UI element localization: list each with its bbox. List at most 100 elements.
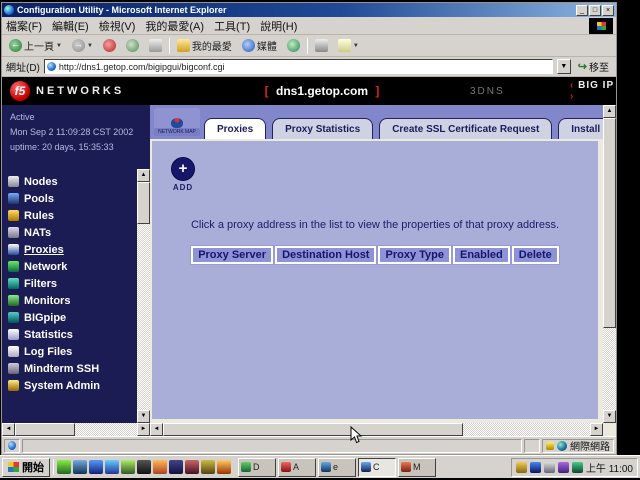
quick-launch-icon[interactable] bbox=[201, 460, 215, 474]
title-bar[interactable]: Configuration Utility - Microsoft Intern… bbox=[2, 3, 616, 17]
refresh-icon bbox=[126, 39, 139, 52]
main-horizontal-scrollbar[interactable]: ◄ ► bbox=[150, 423, 603, 436]
quick-launch-icon[interactable] bbox=[105, 460, 119, 474]
sidebar-item-statistics[interactable]: Statistics bbox=[8, 326, 134, 343]
taskbar-clock[interactable]: 上午 11:00 bbox=[586, 460, 633, 475]
sidebar-item-bigpipe[interactable]: BIGpipe bbox=[8, 309, 134, 326]
task-button-active[interactable]: C bbox=[358, 458, 396, 477]
address-dropdown-icon[interactable]: ▼ bbox=[557, 59, 571, 74]
menu-tools[interactable]: 工具(T) bbox=[214, 18, 250, 34]
media-button[interactable]: 媒體 bbox=[239, 37, 280, 54]
column-header-enabled[interactable]: Enabled bbox=[453, 246, 510, 264]
scroll-thumb[interactable] bbox=[15, 423, 75, 436]
input-method-icon[interactable] bbox=[530, 462, 541, 473]
menu-favorites[interactable]: 我的最愛(A) bbox=[145, 18, 204, 34]
sidebar-item-rules[interactable]: Rules bbox=[8, 207, 134, 224]
menu-edit[interactable]: 編輯(E) bbox=[52, 18, 89, 34]
column-header-destination-host[interactable]: Destination Host bbox=[275, 246, 376, 264]
go-button[interactable]: ↪ 移至 bbox=[575, 59, 612, 74]
column-header-proxy-server[interactable]: Proxy Server bbox=[191, 246, 273, 264]
quick-launch-icon[interactable] bbox=[169, 460, 183, 474]
quick-launch-icon[interactable] bbox=[217, 460, 231, 474]
hostname-display: [ dns1.getop.com ] bbox=[232, 84, 412, 98]
app-tray-icon[interactable] bbox=[558, 462, 569, 473]
scroll-down-icon[interactable]: ▼ bbox=[137, 410, 150, 423]
scroll-right-icon[interactable]: ► bbox=[590, 423, 603, 436]
print-button[interactable] bbox=[312, 38, 331, 53]
scroll-up-icon[interactable]: ▲ bbox=[137, 169, 150, 182]
quick-launch-icon[interactable] bbox=[57, 460, 71, 474]
sidebar-item-system-admin[interactable]: System Admin bbox=[8, 377, 134, 394]
sidebar-item-monitors[interactable]: Monitors bbox=[8, 292, 134, 309]
edit-button[interactable]: ▼ bbox=[335, 38, 362, 53]
sidebar-item-pools[interactable]: Pools bbox=[8, 190, 134, 207]
refresh-button[interactable] bbox=[123, 38, 142, 53]
start-button[interactable]: 開始 bbox=[2, 458, 50, 477]
scroll-track[interactable] bbox=[603, 118, 616, 410]
sidebar-item-filters[interactable]: Filters bbox=[8, 275, 134, 292]
menu-help[interactable]: 說明(H) bbox=[260, 18, 297, 34]
quick-launch-icon[interactable] bbox=[89, 460, 103, 474]
sidebar-vertical-scrollbar[interactable]: ▲ ▼ bbox=[137, 169, 150, 423]
quick-launch-icon[interactable] bbox=[137, 460, 151, 474]
sidebar-item-nats[interactable]: NATs bbox=[8, 224, 134, 241]
tab-create-ssl-certificate-request[interactable]: Create SSL Certificate Request bbox=[379, 118, 552, 139]
display-icon[interactable] bbox=[544, 462, 555, 473]
stop-button[interactable] bbox=[100, 38, 119, 53]
sidebar-horizontal-scrollbar[interactable]: ◄ ► bbox=[2, 423, 150, 436]
column-header-proxy-type[interactable]: Proxy Type bbox=[378, 246, 451, 264]
tab-proxies[interactable]: Proxies bbox=[204, 118, 266, 139]
menu-view[interactable]: 檢視(V) bbox=[99, 18, 136, 34]
tab-proxy-statistics[interactable]: Proxy Statistics bbox=[272, 118, 373, 139]
back-dropdown-icon[interactable]: ▼ bbox=[56, 43, 62, 49]
close-button[interactable]: × bbox=[602, 5, 614, 16]
task-button[interactable]: M bbox=[398, 458, 436, 477]
scroll-left-icon[interactable]: ◄ bbox=[150, 423, 163, 436]
menu-file[interactable]: 檔案(F) bbox=[6, 18, 42, 34]
scroll-track[interactable] bbox=[137, 182, 150, 410]
volume-icon[interactable] bbox=[516, 462, 527, 473]
forward-button[interactable]: ▼ bbox=[69, 38, 96, 53]
maximize-button[interactable]: □ bbox=[589, 5, 601, 16]
column-header-delete[interactable]: Delete bbox=[512, 246, 559, 264]
quick-launch-icon[interactable] bbox=[153, 460, 167, 474]
add-icon[interactable]: + bbox=[171, 157, 195, 181]
scroll-thumb[interactable] bbox=[137, 182, 150, 224]
document-icon bbox=[8, 441, 16, 450]
scroll-up-icon[interactable]: ▲ bbox=[603, 105, 616, 118]
network-tray-icon[interactable] bbox=[572, 462, 583, 473]
add-proxy-button[interactable]: + ADD bbox=[168, 157, 198, 192]
quick-launch-icon[interactable] bbox=[121, 460, 135, 474]
scroll-thumb[interactable] bbox=[603, 118, 616, 328]
sidebar-item-nodes[interactable]: Nodes bbox=[8, 173, 134, 190]
quick-launch-icon[interactable] bbox=[185, 460, 199, 474]
back-button[interactable]: 上一頁 ▼ bbox=[6, 37, 65, 54]
scroll-track[interactable] bbox=[163, 423, 590, 436]
quick-launch-icon[interactable] bbox=[73, 460, 87, 474]
proxy-table-header-row: Proxy ServerDestination HostProxy TypeEn… bbox=[152, 245, 598, 264]
minimize-button[interactable]: _ bbox=[576, 5, 588, 16]
task-button[interactable]: e bbox=[318, 458, 356, 477]
forward-dropdown-icon[interactable]: ▼ bbox=[87, 43, 93, 49]
favorites-button[interactable]: 我的最愛 bbox=[174, 37, 235, 54]
task-button[interactable]: D bbox=[238, 458, 276, 477]
scroll-right-icon[interactable]: ► bbox=[137, 423, 150, 436]
home-button[interactable] bbox=[146, 38, 165, 53]
sidebar-item-network[interactable]: Network bbox=[8, 258, 134, 275]
sidebar-item-mindterm-ssh[interactable]: Mindterm SSH bbox=[8, 360, 134, 377]
bigip-text: BIG IP bbox=[578, 80, 614, 91]
edit-dropdown-icon[interactable]: ▼ bbox=[353, 43, 359, 49]
scroll-track[interactable] bbox=[15, 423, 137, 436]
address-input[interactable] bbox=[59, 62, 550, 72]
network-map-button[interactable]: NETWORK MAP bbox=[154, 108, 200, 136]
task-button[interactable]: A bbox=[278, 458, 316, 477]
main-vertical-scrollbar[interactable]: ▲ ▼ bbox=[603, 105, 616, 423]
scroll-left-icon[interactable]: ◄ bbox=[2, 423, 15, 436]
scroll-down-icon[interactable]: ▼ bbox=[603, 410, 616, 423]
sidebar-item-proxies[interactable]: Proxies bbox=[8, 241, 134, 258]
scroll-thumb[interactable] bbox=[163, 423, 463, 436]
history-button[interactable] bbox=[284, 38, 303, 53]
sidebar-item-log-files[interactable]: Log Files bbox=[8, 343, 134, 360]
taskbar-divider bbox=[53, 459, 54, 475]
tab-install-ssl-certificate[interactable]: Install SSL Certif bbox=[558, 118, 603, 139]
